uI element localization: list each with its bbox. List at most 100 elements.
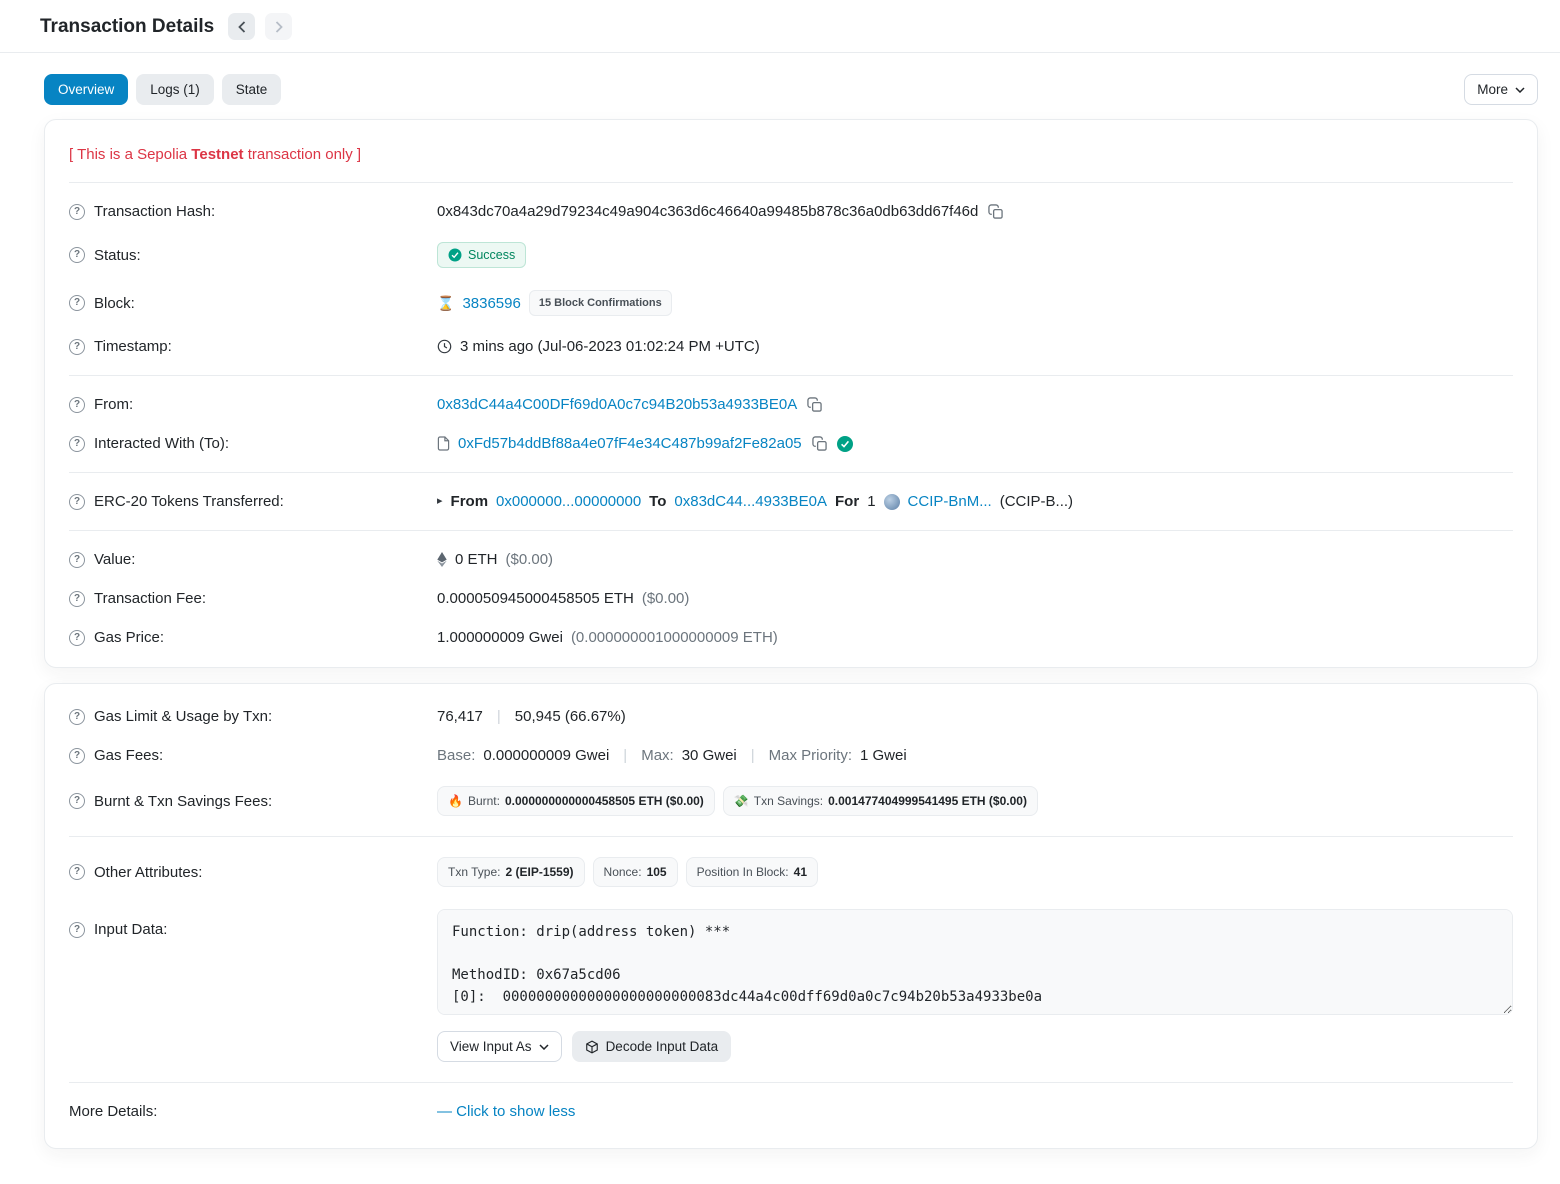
divider	[69, 1082, 1513, 1083]
row-value: 0x83dC44a4C00DFf69d0A0c7c94B20b53a4933BE…	[437, 396, 1513, 413]
erc20-from-address-link[interactable]: 0x000000...00000000	[496, 493, 641, 510]
timestamp-label: Timestamp:	[94, 338, 172, 355]
tab-overview[interactable]: Overview	[44, 74, 128, 105]
erc20-label: ERC-20 Tokens Transferred:	[94, 493, 284, 510]
row-label: ? Transaction Fee:	[69, 590, 437, 607]
burnt-badge: 🔥 Burnt: 0.000000000000458505 ETH ($0.00…	[437, 786, 715, 816]
transaction-fee-label: Transaction Fee:	[94, 590, 206, 607]
value-label: Value:	[94, 551, 135, 568]
erc20-to-word: To	[649, 493, 666, 510]
nonce-label: Nonce:	[604, 865, 642, 879]
row-label: ? Value:	[69, 551, 437, 568]
row-transaction-fee: ? Transaction Fee: 0.000050945000458505 …	[69, 579, 1513, 618]
block-number-link[interactable]: 3836596	[462, 295, 520, 312]
more-details-label: More Details:	[69, 1103, 157, 1120]
timestamp-value: 3 mins ago (Jul-06-2023 01:02:24 PM +UTC…	[460, 338, 760, 355]
more-label: More	[1477, 82, 1508, 97]
copy-icon[interactable]	[805, 397, 824, 412]
row-from: ? From: 0x83dC44a4C00DFf69d0A0c7c94B20b5…	[69, 385, 1513, 424]
row-label: ? Input Data:	[69, 909, 437, 938]
help-icon[interactable]: ?	[69, 436, 85, 452]
row-value: 1.000000009 Gwei (0.000000001000000009 E…	[437, 629, 1513, 646]
row-value: 0.000050945000458505 ETH ($0.00)	[437, 590, 1513, 607]
base-fee-value: 0.000000009 Gwei	[483, 747, 609, 764]
help-icon[interactable]: ?	[69, 864, 85, 880]
txn-type-badge: Txn Type: 2 (EIP-1559)	[437, 857, 585, 887]
gas-limit-value: 76,417	[437, 708, 483, 725]
erc20-token-alt: (CCIP-B...)	[1000, 493, 1073, 510]
transaction-fee-usd: ($0.00)	[642, 590, 690, 607]
burnt-badge-label: Burnt:	[468, 794, 500, 808]
row-value: ▸ From 0x000000...00000000 To 0x83dC44..…	[437, 493, 1513, 510]
row-label: ? Timestamp:	[69, 338, 437, 355]
row-other-attributes: ? Other Attributes: Txn Type: 2 (EIP-155…	[69, 846, 1513, 898]
gas-limit-label: Gas Limit & Usage by Txn:	[94, 708, 272, 725]
show-less-link[interactable]: — Click to show less	[437, 1103, 575, 1120]
transaction-hash-label: Transaction Hash:	[94, 203, 215, 220]
prev-transaction-button[interactable]	[228, 13, 255, 40]
help-icon[interactable]: ?	[69, 591, 85, 607]
gas-price-alt: (0.000000001000000009 ETH)	[571, 629, 778, 646]
more-dropdown-button[interactable]: More	[1464, 74, 1538, 105]
row-label: ? Other Attributes:	[69, 864, 437, 881]
help-icon[interactable]: ?	[69, 397, 85, 413]
pipe-separator: |	[617, 747, 633, 764]
decode-input-data-button[interactable]: Decode Input Data	[572, 1031, 732, 1062]
help-icon[interactable]: ?	[69, 748, 85, 764]
copy-icon[interactable]	[986, 204, 1005, 219]
nonce-value: 105	[647, 865, 667, 879]
row-label: ? Gas Limit & Usage by Txn:	[69, 708, 437, 725]
cube-icon	[585, 1040, 599, 1054]
row-erc20-transfers: ? ERC-20 Tokens Transferred: ▸ From 0x00…	[69, 482, 1513, 521]
help-icon[interactable]: ?	[69, 204, 85, 220]
txn-savings-badge-label: Txn Savings:	[754, 794, 823, 808]
chevron-down-icon	[1515, 87, 1525, 93]
from-address-link[interactable]: 0x83dC44a4C00DFf69d0A0c7c94B20b53a4933BE…	[437, 396, 797, 413]
row-value: 🔥 Burnt: 0.000000000000458505 ETH ($0.00…	[437, 786, 1513, 816]
divider	[69, 472, 1513, 473]
base-fee-label: Base:	[437, 747, 475, 764]
help-icon[interactable]: ?	[69, 630, 85, 646]
pipe-separator: |	[491, 708, 507, 725]
testnet-notice: [ This is a Sepolia Testnet transaction …	[69, 126, 1513, 173]
divider	[69, 182, 1513, 183]
contract-icon	[437, 436, 450, 451]
transaction-fee-amount: 0.000050945000458505 ETH	[437, 590, 634, 607]
copy-icon[interactable]	[810, 436, 829, 451]
tabs-bar: Overview Logs (1) State More	[0, 53, 1560, 119]
next-transaction-button[interactable]	[265, 13, 292, 40]
row-label: ? ERC-20 Tokens Transferred:	[69, 493, 437, 510]
help-icon[interactable]: ?	[69, 552, 85, 568]
gas-price-label: Gas Price:	[94, 629, 164, 646]
to-address-link[interactable]: 0xFd57b4ddBf88a4e07fF4e34C487b99af2Fe82a…	[458, 435, 802, 452]
help-icon[interactable]: ?	[69, 494, 85, 510]
caret-right-icon: ▸	[437, 496, 443, 507]
input-data-textarea[interactable]: Function: drip(address token) *** Method…	[437, 909, 1513, 1015]
block-label: Block:	[94, 295, 135, 312]
tab-logs[interactable]: Logs (1)	[136, 74, 214, 105]
erc20-from-word: From	[451, 493, 489, 510]
help-icon[interactable]: ?	[69, 922, 85, 938]
position-label: Position In Block:	[697, 865, 789, 879]
row-burnt-savings: ? Burnt & Txn Savings Fees: 🔥 Burnt: 0.0…	[69, 775, 1513, 827]
help-icon[interactable]: ?	[69, 793, 85, 809]
page-header: Transaction Details	[0, 0, 1560, 53]
help-icon[interactable]: ?	[69, 709, 85, 725]
row-label: ? Status:	[69, 247, 437, 264]
view-input-as-button[interactable]: View Input As	[437, 1031, 562, 1062]
erc20-token-link[interactable]: CCIP-BnM...	[908, 493, 992, 510]
divider	[69, 836, 1513, 837]
row-value: 76,417 | 50,945 (66.67%)	[437, 708, 1513, 725]
decode-input-data-label: Decode Input Data	[606, 1039, 719, 1054]
help-icon[interactable]: ?	[69, 247, 85, 263]
main-content: [ This is a Sepolia Testnet transaction …	[0, 119, 1560, 1184]
row-value: Success	[437, 242, 1513, 268]
max-fee-value: 30 Gwei	[682, 747, 737, 764]
help-icon[interactable]: ?	[69, 295, 85, 311]
help-icon[interactable]: ?	[69, 339, 85, 355]
divider	[69, 530, 1513, 531]
divider	[69, 375, 1513, 376]
tab-state[interactable]: State	[222, 74, 282, 105]
erc20-to-address-link[interactable]: 0x83dC44...4933BE0A	[674, 493, 827, 510]
block-confirmations-badge: 15 Block Confirmations	[529, 290, 672, 316]
